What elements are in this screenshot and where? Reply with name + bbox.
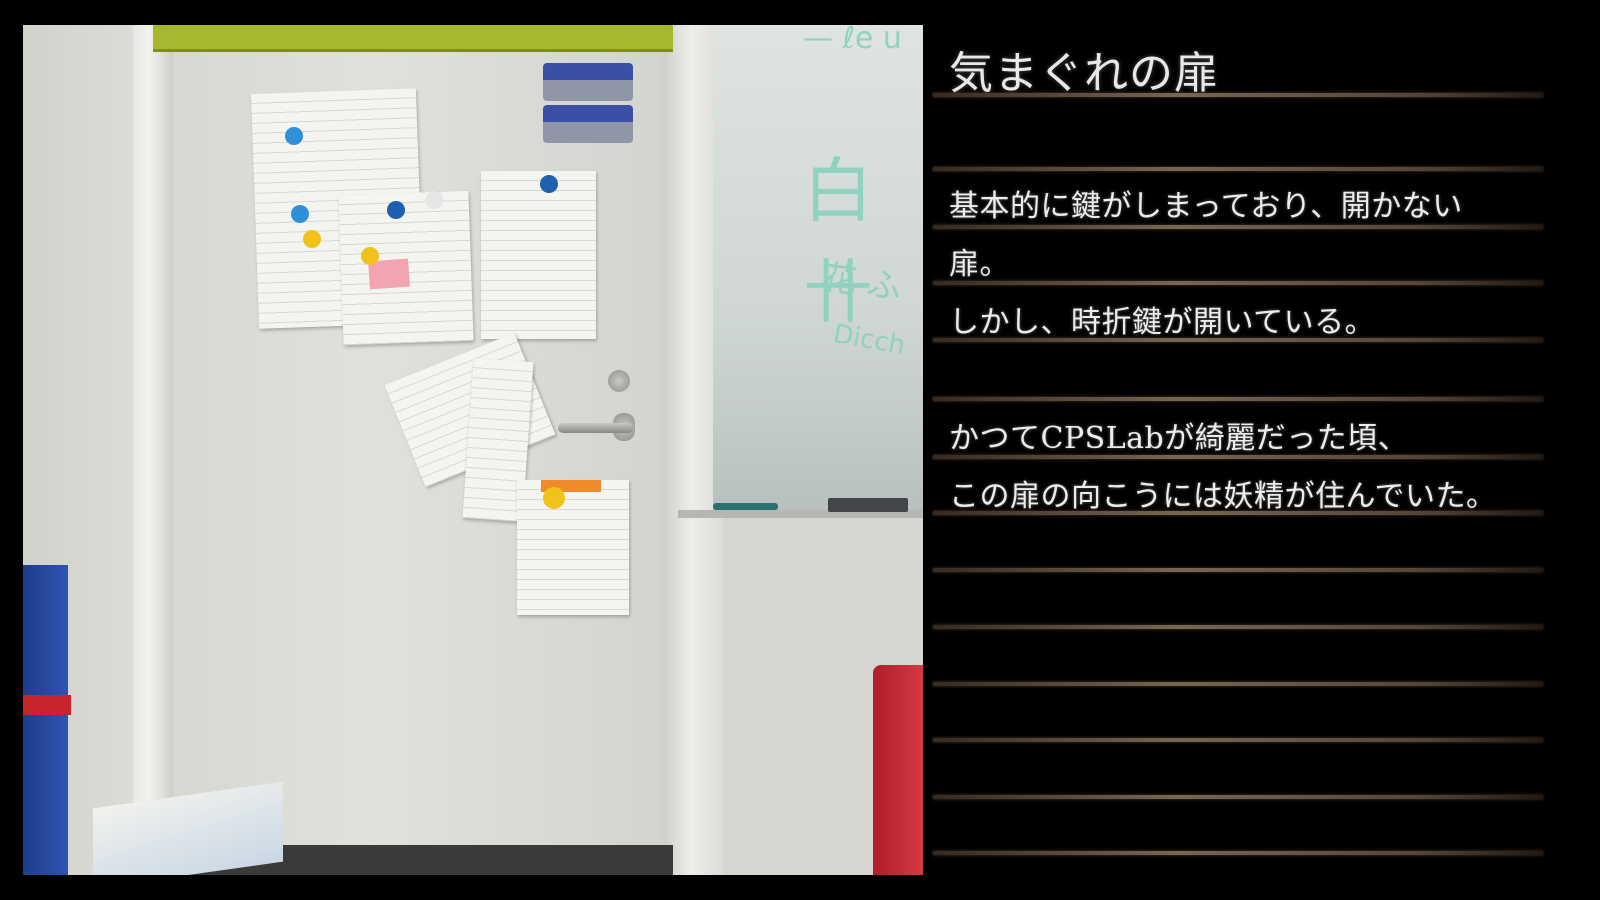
rule-line: [933, 93, 1543, 97]
rule-line: [933, 167, 1543, 171]
red-chair: [873, 665, 923, 875]
magnet: [543, 487, 565, 509]
body-line: かつてCPSLabが綺麗だった頃、: [949, 421, 1409, 456]
magnet: [361, 247, 379, 265]
magnet: [425, 191, 443, 209]
bag-stripe: [23, 695, 71, 715]
scene-photo: — ℓe u 白 卄 花 ふ Dicch: [23, 25, 923, 875]
notice-paper: [481, 171, 596, 339]
blue-bag: [23, 565, 68, 875]
body-line: この扉の向こうには妖精が住んでいた。: [949, 479, 1497, 514]
magnet: [285, 127, 303, 145]
eraser-bottom: [543, 105, 633, 143]
magnet: [303, 230, 321, 248]
rule-line: [933, 738, 1543, 742]
magnet: [291, 205, 309, 223]
rule-line: [933, 397, 1543, 401]
whiteboard: — ℓe u 白 卄 花 ふ Dicch: [713, 25, 923, 515]
door-top-bar: [153, 25, 673, 52]
rule-line: [933, 795, 1543, 799]
scene-title: 気まぐれの扉: [949, 48, 1219, 99]
rule-line: [933, 225, 1543, 229]
rule-line: [933, 625, 1543, 629]
rule-line: [933, 682, 1543, 686]
magnet: [540, 175, 558, 193]
eraser-top: [543, 63, 633, 101]
door-lock-knob: [608, 370, 630, 392]
text-panel: 気まぐれの扉 基本的に鍵がしまっており、開かない 扉。 しかし、時折鍵が開いてい…: [933, 25, 1573, 875]
rule-line: [933, 281, 1543, 285]
door-handle: [558, 423, 633, 433]
body-line: 扉。: [949, 247, 1010, 282]
rule-line: [933, 568, 1543, 572]
body-line: 基本的に鍵がしまっており、開かない: [949, 189, 1463, 224]
magnet: [387, 201, 405, 219]
body-line: しかし、時折鍵が開いている。: [949, 305, 1376, 340]
rule-line: [933, 851, 1543, 855]
notebook: [828, 498, 908, 512]
meeting-paper: [517, 480, 629, 615]
marker: [713, 503, 778, 510]
door-frame-left: [133, 25, 173, 875]
